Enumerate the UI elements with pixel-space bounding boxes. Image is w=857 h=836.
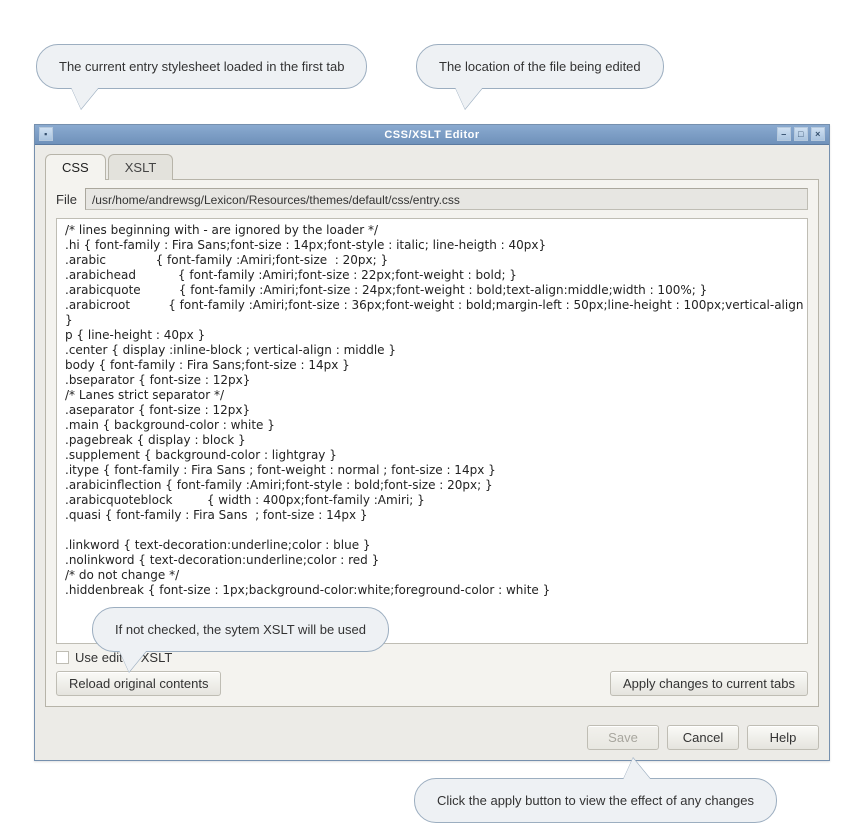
button-label: Save: [608, 730, 638, 745]
tab-label: XSLT: [125, 160, 157, 175]
button-label: Cancel: [683, 730, 723, 745]
button-label: Help: [770, 730, 797, 745]
callout-file-location: The location of the file being edited: [416, 44, 664, 89]
window-menu-icon[interactable]: ▪: [39, 127, 53, 141]
tab-label: CSS: [62, 160, 89, 175]
window-title: CSS/XSLT Editor: [384, 129, 479, 141]
callout-text: The current entry stylesheet loaded in t…: [59, 59, 344, 74]
file-label: File: [56, 192, 77, 207]
tab-xslt[interactable]: XSLT: [108, 154, 174, 180]
dialog-footer: Save Cancel Help: [35, 717, 829, 760]
tab-css[interactable]: CSS: [45, 154, 106, 180]
use-edited-xslt-row[interactable]: Use edited XSLT: [56, 650, 808, 665]
apply-button[interactable]: Apply changes to current tabs: [610, 671, 808, 696]
use-edited-xslt-checkbox[interactable]: [56, 651, 69, 664]
minimize-icon[interactable]: –: [777, 127, 791, 141]
callout-text: Click the apply button to view the effec…: [437, 793, 754, 808]
css-editor-textarea[interactable]: /* lines beginning with - are ignored by…: [56, 218, 808, 644]
button-label: Reload original contents: [69, 676, 208, 691]
callout-stylesheet: The current entry stylesheet loaded in t…: [36, 44, 367, 89]
callout-apply: Click the apply button to view the effec…: [414, 778, 777, 823]
callout-xslt-checkbox: If not checked, the sytem XSLT will be u…: [92, 607, 389, 652]
reload-button[interactable]: Reload original contents: [56, 671, 221, 696]
cancel-button[interactable]: Cancel: [667, 725, 739, 750]
titlebar[interactable]: ▪ CSS/XSLT Editor – □ ×: [35, 125, 829, 145]
editor-window: ▪ CSS/XSLT Editor – □ × CSS XSLT File /u…: [34, 124, 830, 761]
close-icon[interactable]: ×: [811, 127, 825, 141]
button-label: Apply changes to current tabs: [623, 676, 795, 691]
tab-bar: CSS XSLT: [45, 153, 819, 179]
save-button: Save: [587, 725, 659, 750]
callout-text: The location of the file being edited: [439, 59, 641, 74]
maximize-icon[interactable]: □: [794, 127, 808, 141]
callout-text: If not checked, the sytem XSLT will be u…: [115, 622, 366, 637]
file-path-field[interactable]: /usr/home/andrewsg/Lexicon/Resources/the…: [85, 188, 808, 210]
help-button[interactable]: Help: [747, 725, 819, 750]
